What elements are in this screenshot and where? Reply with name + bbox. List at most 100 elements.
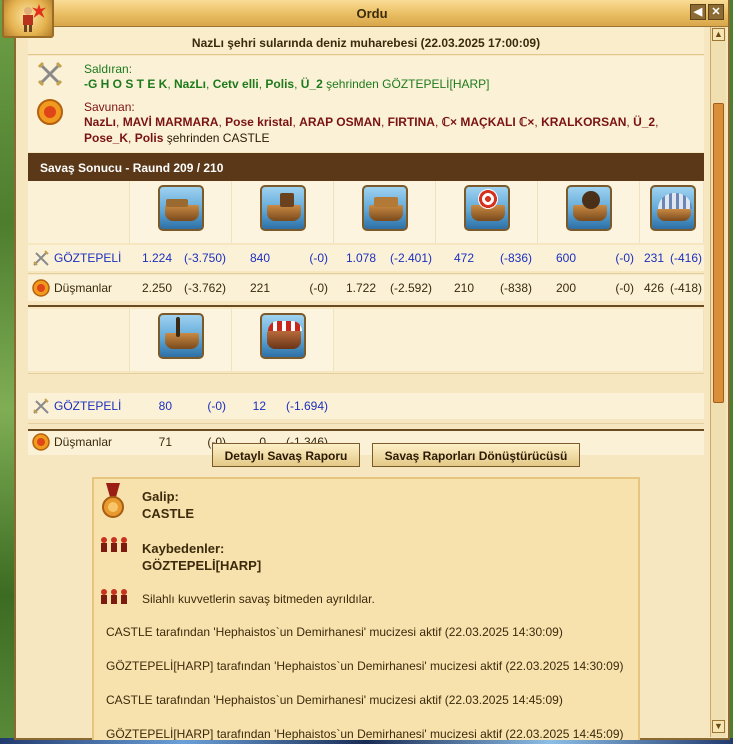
defender-player[interactable]: ℂ× MAÇKALI ℂ× <box>442 115 535 129</box>
unit-count: 2.250 <box>141 281 172 295</box>
defender-player[interactable]: MAVİ MARMARA <box>123 115 219 129</box>
retreat-soldiers-icon <box>101 589 127 604</box>
window-title: Ordu <box>356 6 388 21</box>
wonder-line: CASTLE tarafından 'Hephaistos`un Demirha… <box>106 693 563 707</box>
unit-loss: (-0) <box>309 251 328 265</box>
defender-player[interactable]: ARAP OSMAN <box>299 115 381 129</box>
army-window: Ordu ◀ ✕ NazLı şehri sularında deniz muh… <box>2 0 730 740</box>
scroll-down-icon[interactable]: ▼ <box>712 720 725 733</box>
units-grid-1: GÖZTEPELİ 1.224 (-3.750) 840 (-0) 1.078 … <box>28 181 704 301</box>
unit-count: 472 <box>453 251 474 265</box>
button-bar: Detaylı Savaş Raporu Savaş Raporları Dön… <box>28 443 704 469</box>
warrior-icon <box>23 7 33 32</box>
medal-icon <box>102 483 124 518</box>
scroll-thumb[interactable] <box>713 103 724 403</box>
battle-outcome-box: Galip: CASTLE Kaybedenler: GÖZTEPELİ[HAR… <box>92 477 640 740</box>
ally-row: GÖZTEPELİ 80 (-0) 12 (-1.694) <box>28 393 704 419</box>
unit-count: 1.078 <box>345 251 376 265</box>
wonder-line: GÖZTEPELİ[HARP] tarafından 'Hephaistos`u… <box>106 659 624 673</box>
defender-player[interactable]: KRALKORSAN <box>541 115 626 129</box>
shield-icon <box>32 279 50 297</box>
attacker-origin-city[interactable]: şehrinden GÖZTEPELİ[HARP] <box>326 77 489 91</box>
window-titlebar[interactable]: Ordu ◀ ✕ <box>16 0 728 27</box>
unit-count: 80 <box>158 399 172 413</box>
mortar-ship-icon[interactable] <box>566 185 612 231</box>
unit-cell <box>538 181 640 243</box>
attacker-label: Saldıran: <box>84 62 133 76</box>
ballista-ship-icon[interactable] <box>362 185 408 231</box>
winner-name[interactable]: CASTLE <box>142 506 194 521</box>
rocket-ship-icon[interactable] <box>158 313 204 359</box>
attacker-player[interactable]: Polis <box>265 77 294 91</box>
defender-player[interactable]: Pose kristal <box>225 115 292 129</box>
defender-player[interactable]: NazLı <box>84 115 116 129</box>
unit-cell <box>232 309 334 371</box>
attacker-player[interactable]: NazLı <box>174 77 206 91</box>
report-converter-button[interactable]: Savaş Raporları Dönüştürücüsü <box>372 443 580 467</box>
army-avatar-icon[interactable] <box>2 0 54 38</box>
unit-cell <box>130 309 232 371</box>
unit-loss: (-3.750) <box>183 251 226 265</box>
unit-count: 1.224 <box>141 251 172 265</box>
empty-cell <box>334 309 704 371</box>
crossed-swords-icon <box>33 398 49 414</box>
ally-name[interactable]: GÖZTEPELİ <box>54 251 121 265</box>
unit-count: 600 <box>555 251 576 265</box>
report-content: NazLı şehri sularında deniz muharebesi (… <box>28 27 704 740</box>
detailed-report-button[interactable]: Detaylı Savaş Raporu <box>212 443 360 467</box>
diving-boat-icon[interactable] <box>260 313 306 359</box>
unit-loss: (-418) <box>669 281 702 295</box>
defender-origin-city[interactable]: şehrinden CASTLE <box>167 131 270 145</box>
unit-cell <box>436 181 538 243</box>
attacker-player[interactable]: -G H O S T E K <box>84 77 167 91</box>
unit-count: 1.722 <box>345 281 376 295</box>
ram-ship-icon[interactable] <box>158 185 204 231</box>
defender-player[interactable]: Pose_K <box>84 131 128 145</box>
defender-section: Savunan: NazLı, MAVİ MARMARA, Pose krist… <box>28 96 704 152</box>
defender-player[interactable]: FIRTINA <box>388 115 435 129</box>
attacker-names: -G H O S T E K, NazLı, Cetv elli, Polis,… <box>84 77 490 91</box>
scroll-up-icon[interactable]: ▲ <box>712 28 725 41</box>
unit-cell <box>232 181 334 243</box>
unit-count: 221 <box>249 281 270 295</box>
vertical-scrollbar[interactable]: ▲ ▼ <box>710 27 726 737</box>
unit-loss: (-1.694) <box>285 399 328 413</box>
defender-player[interactable]: Polis <box>135 131 164 145</box>
unit-count: 840 <box>249 251 270 265</box>
attacker-player[interactable]: Ü_2 <box>301 77 323 91</box>
unit-loss: (-0) <box>309 281 328 295</box>
ally-name[interactable]: GÖZTEPELİ <box>54 399 121 413</box>
unit-loss: (-2.592) <box>389 281 432 295</box>
paddle-speedboat-icon[interactable] <box>650 185 696 231</box>
unit-loss: (-838) <box>499 281 532 295</box>
ally-row: GÖZTEPELİ 1.224 (-3.750) 840 (-0) 1.078 … <box>28 245 704 271</box>
battle-result-bar: Savaş Sonucu - Raund 209 / 210 <box>28 153 704 181</box>
fallen-soldiers-icon <box>101 537 127 552</box>
back-icon[interactable]: ◀ <box>690 4 706 20</box>
section-divider <box>28 429 704 431</box>
grid-corner <box>28 181 130 243</box>
retreat-note: Silahlı kuvvetlerin savaş bitmeden ayrıl… <box>142 592 375 606</box>
unit-loss: (-3.762) <box>183 281 226 295</box>
unit-count: 200 <box>555 281 576 295</box>
unit-cell <box>640 181 704 243</box>
fire-ship-icon[interactable] <box>260 185 306 231</box>
losers-label: Kaybedenler: <box>142 541 225 556</box>
wonder-line: CASTLE tarafından 'Hephaistos`un Demirha… <box>106 625 563 639</box>
section-divider <box>28 305 704 307</box>
shield-icon <box>37 99 63 125</box>
unit-cell <box>130 181 232 243</box>
winner-label: Galip: <box>142 489 179 504</box>
close-icon[interactable]: ✕ <box>708 4 724 20</box>
attacker-section: Saldıran: -G H O S T E K, NazLı, Cetv el… <box>28 56 704 96</box>
crossed-swords-icon <box>37 61 63 87</box>
grid-corner <box>28 309 130 371</box>
attacker-player[interactable]: Cetv elli <box>213 77 259 91</box>
report-title: NazLı şehri sularında deniz muharebesi (… <box>28 27 704 55</box>
losers-name[interactable]: GÖZTEPELİ[HARP] <box>142 558 261 573</box>
units-grid-2: GÖZTEPELİ 80 (-0) 12 (-1.694) Düşmanlar … <box>28 309 704 455</box>
catapult-ship-icon[interactable] <box>464 185 510 231</box>
unit-loss: (-2.401) <box>389 251 432 265</box>
unit-loss: (-836) <box>499 251 532 265</box>
defender-player[interactable]: Ü_2 <box>633 115 655 129</box>
